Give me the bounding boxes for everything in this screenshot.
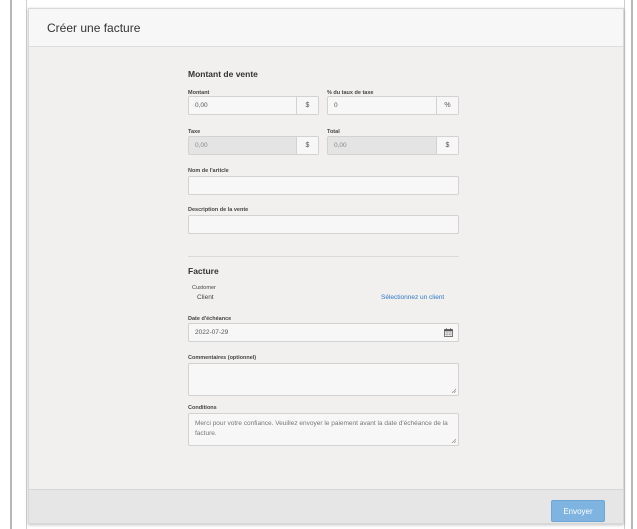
tax-rate-value: 0 — [334, 102, 338, 109]
conditions-textarea[interactable]: Merci pour votre confiance. Veuillez env… — [188, 413, 459, 446]
amount-field[interactable]: 0,00 $ — [188, 96, 319, 115]
total-field: 0,00 $ — [327, 136, 459, 155]
amount-value: 0,00 — [195, 102, 208, 109]
tax-rate-percent-addon: % — [436, 97, 458, 114]
item-name-input[interactable] — [188, 176, 459, 195]
customer-label: Customer — [192, 285, 216, 291]
tax-label: Taxe — [188, 129, 201, 135]
item-name-label: Nom de l'article — [188, 168, 229, 174]
resize-grip-icon[interactable] — [451, 438, 456, 443]
calendar-icon[interactable] — [444, 328, 453, 337]
tax-rate-field[interactable]: 0 % — [327, 96, 459, 115]
amount-currency-addon: $ — [296, 97, 318, 114]
description-label: Description de la vente — [188, 207, 249, 213]
due-date-value: 2022-07-29 — [195, 329, 229, 336]
sales-section-title: Montant de vente — [188, 69, 258, 79]
dialog-title: Créer une facture — [47, 21, 141, 35]
conditions-value: Merci pour votre confiance. Veuillez env… — [195, 420, 448, 437]
comments-textarea[interactable] — [188, 363, 459, 396]
conditions-label: Conditions — [188, 405, 217, 411]
create-invoice-dialog: Créer une facture Montant de vente Monta… — [28, 8, 624, 524]
left-window-border — [0, 0, 27, 529]
tax-value: 0,00 — [195, 142, 208, 149]
description-input[interactable] — [188, 215, 459, 234]
select-client-link[interactable]: Sélectionnez un client — [381, 294, 444, 301]
comments-label: Commentaires (optionnel) — [188, 355, 257, 361]
right-window-border — [624, 0, 637, 529]
resize-grip-icon[interactable] — [451, 388, 456, 393]
dialog-footer: Envoyer — [29, 489, 623, 523]
section-divider — [188, 256, 459, 257]
total-value: 0,00 — [334, 142, 347, 149]
total-label: Total — [327, 129, 340, 135]
due-date-label: Date d'échéance — [188, 316, 232, 322]
tax-currency-addon: $ — [296, 137, 318, 154]
customer-value: Client — [197, 294, 214, 301]
tax-field: 0,00 $ — [188, 136, 319, 155]
total-currency-addon: $ — [436, 137, 458, 154]
due-date-input[interactable]: 2022-07-29 — [188, 323, 459, 342]
dialog-header: Créer une facture — [29, 9, 623, 47]
submit-button[interactable]: Envoyer — [551, 500, 605, 522]
invoice-section-title: Facture — [188, 266, 219, 276]
